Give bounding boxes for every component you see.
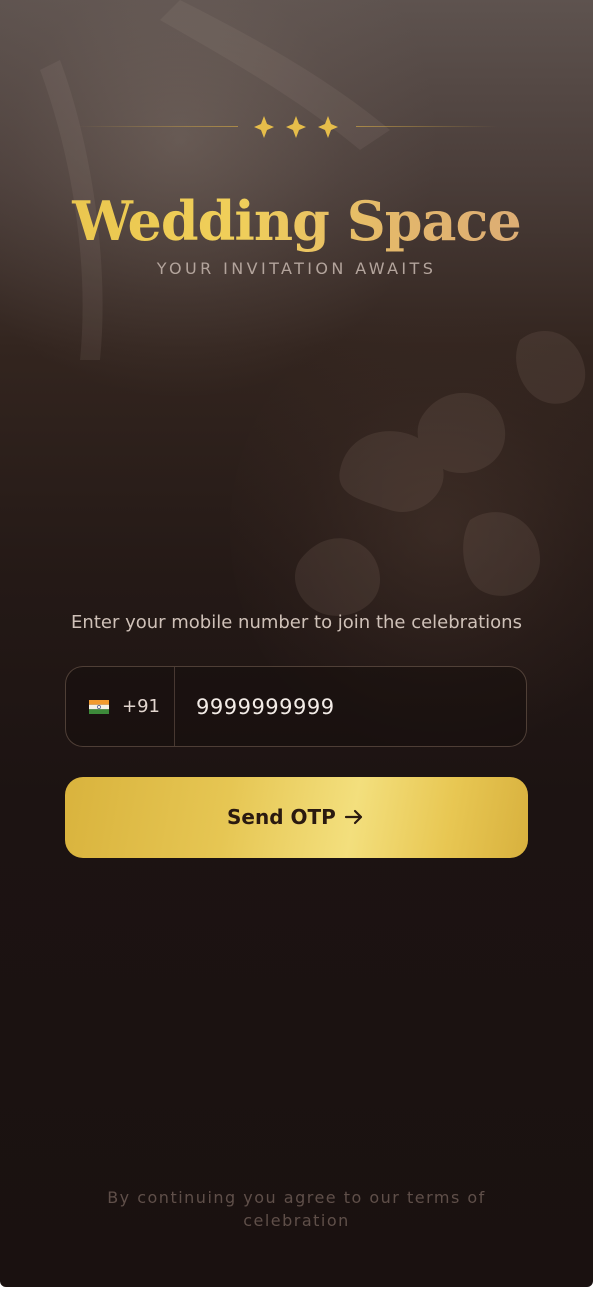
phone-number-field: +91	[65, 666, 527, 747]
header-ornament	[0, 112, 593, 142]
terms-footer: By continuing you agree to our terms of …	[107, 1188, 486, 1230]
arrow-right-icon	[344, 809, 363, 825]
india-flag-icon	[89, 700, 109, 714]
sparkle-icon	[254, 116, 338, 138]
app-tagline: YOUR INVITATION AWAITS	[156, 259, 437, 278]
country-code-selector[interactable]: +91	[66, 667, 175, 746]
country-code: +91	[122, 696, 160, 717]
ornament-line-left	[76, 126, 238, 127]
send-otp-label: Send OTP	[227, 805, 336, 829]
app-title: Wedding Space	[0, 186, 593, 256]
send-otp-button[interactable]: Send OTP	[65, 777, 528, 858]
login-prompt: Enter your mobile number to join the cel…	[71, 612, 522, 633]
login-screen: Wedding Space YOUR INVITATION AWAITS Ent…	[0, 0, 593, 1287]
ornament-line-right	[356, 126, 498, 127]
phone-input[interactable]	[196, 689, 506, 725]
